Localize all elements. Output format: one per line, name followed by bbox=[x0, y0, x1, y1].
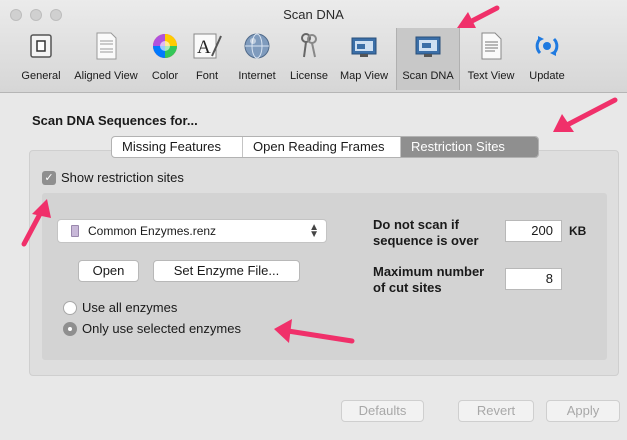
toolbar-label-license: License bbox=[290, 70, 328, 82]
use-all-enzymes-radio[interactable] bbox=[63, 301, 77, 315]
max-cut-sites-field[interactable]: 8 bbox=[505, 268, 562, 290]
toolbar-item-map-view[interactable]: Map View bbox=[334, 28, 394, 90]
color-wheel-icon bbox=[153, 34, 177, 58]
toolbar-label-font: Font bbox=[195, 70, 218, 82]
defaults-button[interactable]: Defaults bbox=[341, 400, 424, 422]
toolbar-label-general: General bbox=[21, 70, 61, 82]
max-cut-sites-label: Maximum number of cut sites bbox=[373, 264, 484, 296]
show-restriction-sites-checkbox[interactable]: ✓ bbox=[42, 171, 56, 185]
aligned-view-icon bbox=[96, 32, 117, 60]
do-not-scan-label-line1: Do not scan if bbox=[373, 217, 459, 232]
max-sequence-size-field[interactable]: 200 bbox=[505, 220, 562, 242]
toolbar-label-update: Update bbox=[529, 70, 565, 82]
max-cut-sites-label-line2: of cut sites bbox=[373, 280, 442, 295]
enzyme-file-icon bbox=[71, 225, 79, 237]
set-enzyme-file-button[interactable]: Set Enzyme File... bbox=[153, 260, 300, 282]
max-cut-sites-label-line1: Maximum number bbox=[373, 264, 485, 279]
apply-button[interactable]: Apply bbox=[546, 400, 620, 422]
popup-chevrons-icon: ▲ ▼ bbox=[309, 222, 319, 240]
toolbar-item-scan-dna[interactable]: Scan DNA bbox=[396, 28, 460, 90]
enzyme-file-value: Common Enzymes.renz bbox=[88, 224, 217, 238]
enzyme-file-popup[interactable]: Common Enzymes.renz ▲ ▼ bbox=[57, 219, 327, 243]
font-icon: A bbox=[193, 33, 222, 59]
open-button[interactable]: Open bbox=[78, 260, 139, 282]
only-selected-enzymes-label[interactable]: Only use selected enzymes bbox=[82, 321, 241, 336]
map-view-icon bbox=[351, 37, 377, 57]
toolbar-item-internet[interactable]: Internet bbox=[230, 28, 284, 90]
preferences-window: Scan DNA General Aligned View Color A Fo… bbox=[0, 0, 627, 440]
general-prefs-icon bbox=[30, 34, 52, 58]
globe-icon bbox=[244, 33, 270, 59]
toolbar-item-update[interactable]: Update bbox=[524, 28, 570, 90]
window-title: Scan DNA bbox=[283, 7, 344, 22]
toolbar-label-text-view: Text View bbox=[467, 70, 515, 82]
toolbar-label-color: Color bbox=[151, 70, 179, 82]
toolbar-item-general[interactable]: General bbox=[14, 28, 68, 90]
svg-text:A: A bbox=[197, 37, 211, 58]
scan-dna-icon bbox=[415, 36, 441, 57]
toolbar-label-map-view: Map View bbox=[339, 70, 389, 82]
toolbar-label-aligned-view: Aligned View bbox=[74, 70, 138, 82]
toolbar-label-scan-dna: Scan DNA bbox=[402, 70, 454, 82]
section-heading: Scan DNA Sequences for... bbox=[32, 113, 198, 128]
tab-restriction-sites[interactable]: Restriction Sites bbox=[401, 137, 538, 157]
text-view-icon bbox=[481, 32, 502, 60]
toolbar-item-font[interactable]: A Font bbox=[188, 28, 226, 90]
scan-tabs: Missing Features Open Reading Frames Res… bbox=[111, 136, 539, 158]
update-icon bbox=[535, 36, 559, 56]
toolbar-item-license[interactable]: License bbox=[286, 28, 332, 90]
size-unit-label: KB bbox=[569, 224, 587, 238]
tab-open-reading-frames[interactable]: Open Reading Frames bbox=[243, 137, 401, 157]
toolbar-item-aligned-view[interactable]: Aligned View bbox=[68, 28, 144, 90]
keys-icon bbox=[301, 33, 317, 58]
title-bar: Scan DNA General Aligned View Color A Fo… bbox=[0, 0, 627, 93]
show-restriction-sites-label[interactable]: Show restriction sites bbox=[61, 170, 184, 185]
toolbar-item-text-view[interactable]: Text View bbox=[460, 28, 522, 90]
do-not-scan-label: Do not scan if sequence is over bbox=[373, 217, 479, 249]
toolbar-label-internet: Internet bbox=[238, 70, 276, 82]
use-all-enzymes-label[interactable]: Use all enzymes bbox=[82, 300, 177, 315]
only-selected-enzymes-radio[interactable] bbox=[63, 322, 77, 336]
revert-button[interactable]: Revert bbox=[458, 400, 534, 422]
tab-missing-features[interactable]: Missing Features bbox=[112, 137, 243, 157]
do-not-scan-label-line2: sequence is over bbox=[373, 233, 479, 248]
toolbar-item-color[interactable]: Color bbox=[146, 28, 184, 90]
